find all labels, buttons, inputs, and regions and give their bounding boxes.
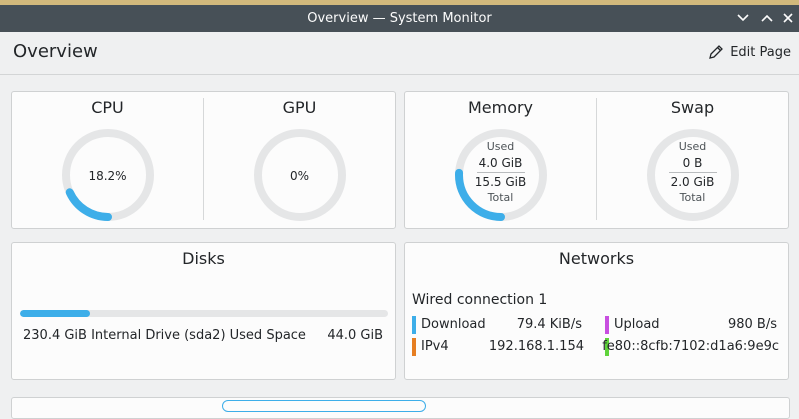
ipv4-color-swatch (412, 338, 416, 356)
memory-used-label: Used (486, 140, 515, 153)
download-value: 79.4 KiB/s (516, 317, 582, 332)
download-label: Download (421, 317, 486, 332)
download-color-swatch (412, 316, 416, 334)
gpu-value: 0% (289, 169, 310, 183)
cpu-title: CPU (91, 98, 124, 117)
disk-usage-bar (20, 310, 388, 317)
chevron-up-icon (761, 14, 773, 22)
pencil-icon (709, 45, 724, 59)
memory-section: Memory Used 4.0 GiB 15.5 GiB Total (405, 92, 596, 227)
connection-name: Wired connection 1 (412, 292, 548, 308)
disks-card: Disks 230.4 GiB Internal Drive (sda2) Us… (11, 242, 396, 380)
cpu-section: CPU 18.2% (12, 92, 203, 227)
upload-color-swatch (605, 316, 609, 334)
disk-used-value: 44.0 GiB (327, 328, 383, 343)
bottom-tab-indicator[interactable] (222, 400, 426, 412)
gpu-section: GPU 0% (204, 92, 395, 227)
swap-divider (668, 172, 717, 173)
window-title: Overview — System Monitor (307, 11, 492, 26)
memory-total-value: 15.5 GiB (474, 175, 527, 189)
page-title: Overview (13, 41, 98, 62)
page-header: Overview Edit Page (0, 32, 799, 75)
disks-title: Disks (182, 249, 225, 268)
ipv6-value: fe80::8cfb:7102:d1a6:9e9c (602, 339, 779, 354)
swap-used-label: Used (678, 140, 707, 153)
swap-total-label: Total (679, 191, 706, 204)
swap-section: Swap Used 0 B 2.0 GiB Total (597, 92, 788, 227)
upload-label: Upload (614, 317, 660, 332)
swap-title: Swap (670, 98, 715, 117)
memory-swap-card: Memory Used 4.0 GiB 15.5 GiB Total Swap … (404, 91, 789, 229)
disk-usage-fill (20, 310, 90, 317)
close-button[interactable] (778, 8, 798, 28)
download-row: Download 79.4 KiB/s (412, 316, 582, 334)
close-icon (783, 13, 793, 23)
edit-page-label: Edit Page (730, 44, 791, 60)
memory-used-value: 4.0 GiB (478, 156, 523, 170)
maximize-button[interactable] (757, 8, 777, 28)
window-titlebar[interactable]: Overview — System Monitor (0, 5, 799, 32)
cpu-gpu-card: CPU 18.2% GPU 0% (11, 91, 396, 229)
networks-card: Networks Wired connection 1 Download 79.… (404, 242, 789, 380)
edit-page-button[interactable]: Edit Page (708, 44, 791, 60)
memory-title: Memory (467, 98, 534, 117)
networks-title: Networks (558, 249, 635, 268)
memory-readout: Used 4.0 GiB 15.5 GiB Total (405, 139, 596, 206)
gpu-title: GPU (282, 98, 317, 117)
upload-value: 980 B/s (727, 317, 777, 332)
swap-readout: Used 0 B 2.0 GiB Total (597, 139, 788, 206)
ipv4-value: 192.168.1.154 (488, 339, 584, 354)
memory-divider (476, 172, 525, 173)
ipv4-row: IPv4 192.168.1.154 (412, 338, 584, 356)
ipv6-row: fe80::8cfb:7102:d1a6:9e9c (602, 338, 779, 356)
upload-row: Upload 980 B/s (605, 316, 777, 334)
minimize-button[interactable] (733, 8, 753, 28)
ipv4-label: IPv4 (421, 339, 449, 354)
swap-used-value: 0 B (682, 156, 703, 170)
chevron-down-icon (737, 14, 749, 22)
cpu-value: 18.2% (88, 169, 127, 183)
disk-drive-label: 230.4 GiB Internal Drive (sda2) Used Spa… (23, 328, 306, 343)
swap-total-value: 2.0 GiB (670, 175, 715, 189)
memory-total-label: Total (487, 191, 514, 204)
